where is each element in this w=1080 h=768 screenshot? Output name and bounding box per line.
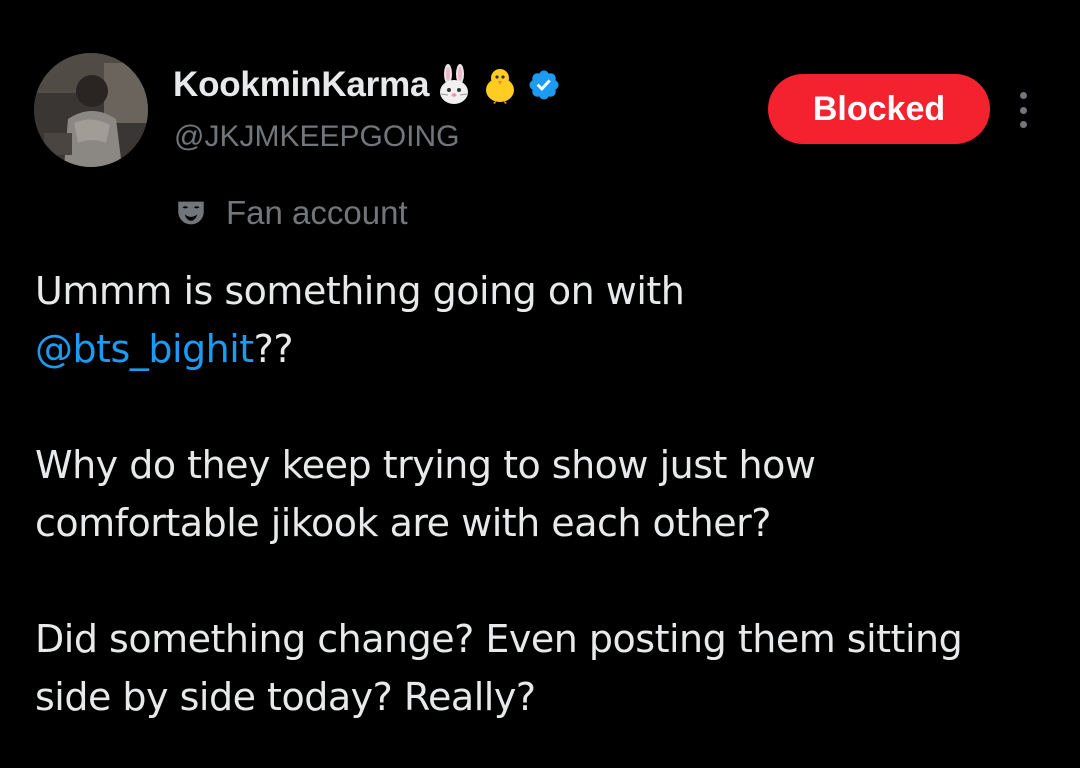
chick-emoji-icon [479, 64, 521, 106]
tweet-paragraph-2: Why do they keep trying to show just how… [35, 443, 816, 545]
mention-link[interactable]: @bts_bighit [35, 327, 254, 371]
tweet-paragraph-1: Ummm is something going on with @bts_bigh… [35, 262, 1045, 378]
tweet-line2-suffix: ?? [253, 327, 294, 371]
avatar[interactable] [34, 53, 148, 167]
tweet-body: Ummm is something going on with @bts_bigh… [35, 262, 1045, 726]
blocked-button[interactable]: Blocked [768, 74, 990, 144]
rabbit-emoji-icon [433, 64, 475, 106]
profile-photo [34, 53, 148, 167]
account-label: Fan account [174, 190, 408, 236]
author-name-row: KookminKarma [173, 62, 561, 108]
more-vertical-icon[interactable] [1006, 88, 1040, 132]
tweet: KookminKarma @JKJMKEEPGOING Blocked Fan … [0, 0, 1080, 768]
author-handle[interactable]: @JKJMKEEPGOING [174, 120, 460, 154]
account-label-text: Fan account [226, 194, 408, 231]
theater-masks-icon [178, 201, 204, 225]
more-dot [1019, 106, 1027, 114]
tweet-paragraph-3: Did something change? Even posting them … [35, 617, 963, 719]
author-display-name[interactable]: KookminKarma [173, 65, 429, 105]
more-dot [1019, 92, 1027, 99]
tweet-line1-text: Ummm is something going on with [35, 269, 685, 313]
more-dot [1019, 121, 1027, 128]
verified-badge-icon[interactable] [527, 68, 561, 102]
